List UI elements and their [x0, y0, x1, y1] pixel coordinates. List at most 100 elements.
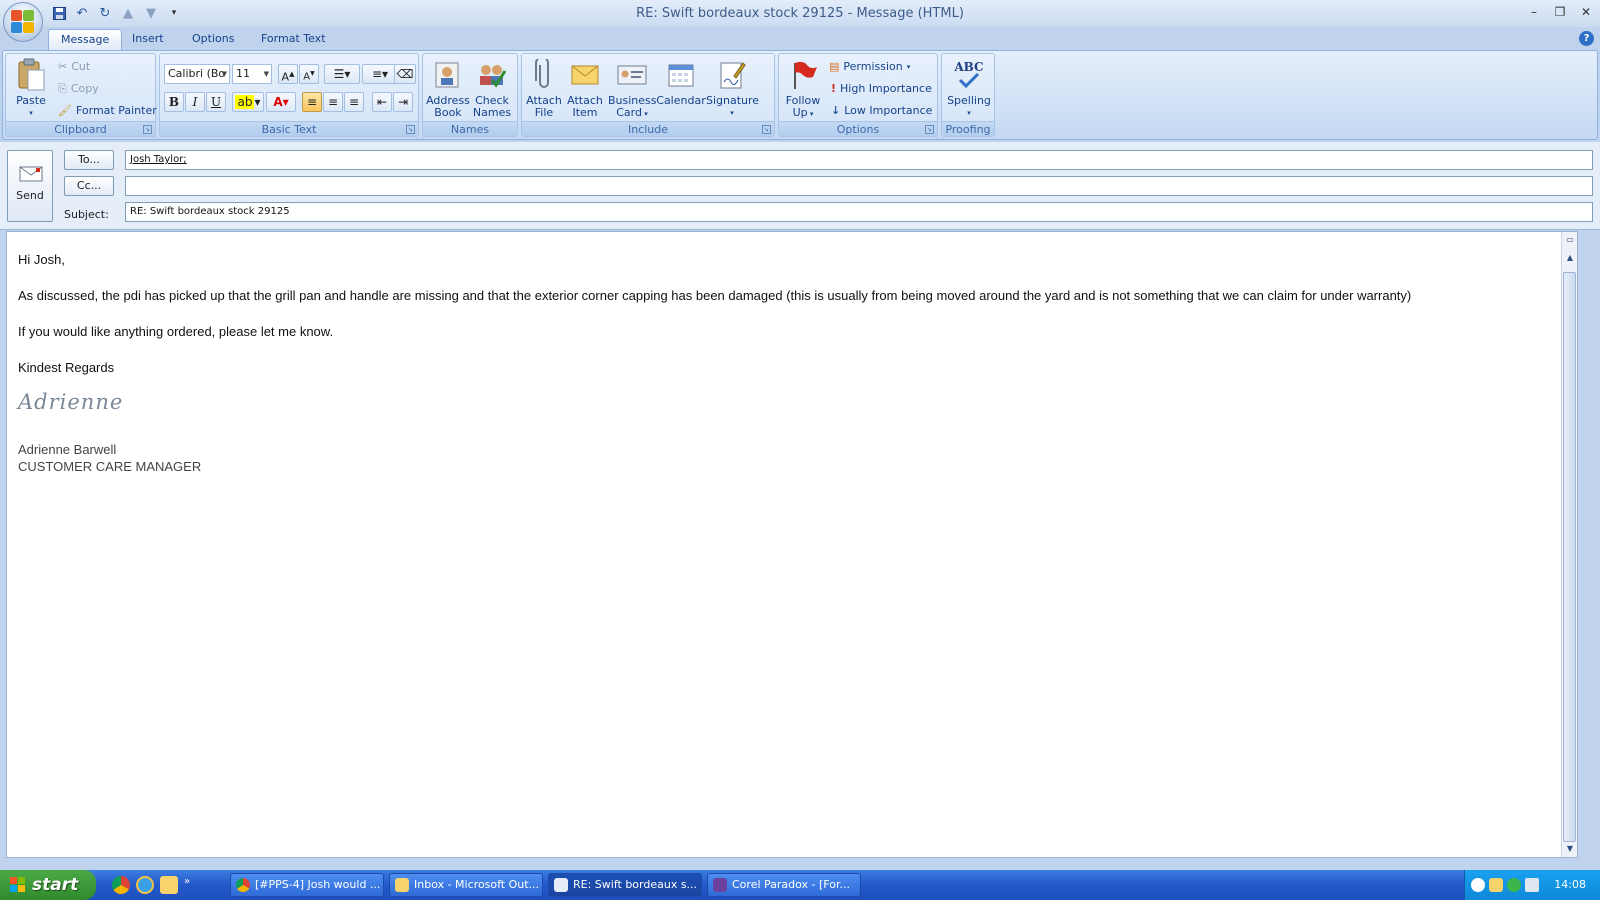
- numbering-button[interactable]: ≡▾: [362, 64, 398, 84]
- business-card-button[interactable]: Business Card ▾: [608, 58, 657, 120]
- to-button[interactable]: To...: [64, 150, 114, 170]
- paste-label: Paste: [16, 94, 46, 107]
- tab-format-text[interactable]: Format Text: [249, 29, 338, 51]
- minimize-icon[interactable]: –: [1526, 4, 1542, 20]
- calendar-button[interactable]: Calendar: [656, 58, 706, 107]
- cc-button[interactable]: Cc...: [64, 176, 114, 196]
- spelling-button[interactable]: ABC Spelling ▾: [944, 58, 994, 119]
- windows-logo-icon: [10, 877, 26, 893]
- start-button[interactable]: start: [0, 870, 96, 900]
- bullets-button[interactable]: ☰▾: [324, 64, 360, 84]
- to-field[interactable]: Josh Taylor;: [125, 150, 1593, 170]
- taskbar-item-inbox[interactable]: Inbox - Microsoft Out...: [389, 873, 543, 897]
- basic-text-launcher-icon[interactable]: ↘: [406, 125, 415, 134]
- subject-field[interactable]: RE: Swift bordeaux stock 29125: [125, 202, 1593, 222]
- options-launcher-icon[interactable]: ↘: [925, 125, 934, 134]
- chevron-down-icon: ▾: [730, 109, 734, 117]
- format-painter-button[interactable]: 🖌 Format Painter: [58, 102, 157, 120]
- cut-button[interactable]: ✂ Cut: [58, 58, 90, 76]
- highlight-button[interactable]: ab ▾: [232, 92, 264, 112]
- ribbon: Paste ▾ ✂ Cut ⎘ Copy 🖌 Format Painter Clipb…: [2, 50, 1598, 140]
- clear-formatting-button[interactable]: ⌫: [394, 64, 416, 84]
- address-book-button[interactable]: Address Book: [425, 58, 471, 119]
- taskbar-item-label: Inbox - Microsoft Out...: [414, 878, 540, 891]
- low-importance-button[interactable]: ↓ Low Importance: [831, 102, 932, 120]
- internet-explorer-icon[interactable]: [136, 876, 154, 894]
- align-left-button[interactable]: ≡: [302, 92, 322, 112]
- proofing-group-label: Proofing: [942, 121, 994, 136]
- signature-name: Adrienne Barwell: [18, 442, 117, 457]
- tray-status-icon[interactable]: [1507, 878, 1521, 892]
- permission-icon: ▤: [829, 60, 840, 73]
- increase-indent-button[interactable]: ⇥: [393, 92, 413, 112]
- permission-label: Permission: [843, 60, 903, 73]
- signature-label: Signature: [706, 94, 760, 107]
- tray-arrow-icon[interactable]: [1471, 878, 1485, 892]
- send-label: Send: [16, 189, 44, 202]
- scissors-icon: ✂: [58, 60, 68, 73]
- to-recipient[interactable]: Josh Taylor;: [130, 154, 187, 165]
- copy-label: Copy: [70, 82, 99, 95]
- taskbar-item-message[interactable]: RE: Swift bordeaux s...: [548, 873, 702, 897]
- subject-label: Subject:: [64, 208, 109, 221]
- font-size-combo[interactable]: 11 ▼: [232, 64, 272, 84]
- scroll-down-icon[interactable]: ▼: [1562, 841, 1578, 857]
- taskbar-item-label: [#PPS-4] Josh would ...: [255, 878, 381, 891]
- tab-message[interactable]: Message: [48, 29, 123, 51]
- follow-up-button[interactable]: Follow Up ▾: [781, 58, 825, 120]
- restore-icon[interactable]: ❐: [1552, 4, 1568, 20]
- close-icon[interactable]: ✕: [1578, 4, 1594, 20]
- outlook-icon[interactable]: [160, 876, 178, 894]
- underline-button[interactable]: U: [206, 92, 226, 112]
- cc-field[interactable]: [125, 176, 1593, 196]
- high-importance-button[interactable]: ! High Importance: [831, 80, 932, 98]
- shrink-font-button[interactable]: A▼: [299, 64, 319, 84]
- vertical-scrollbar[interactable]: ▭ ▲ ▼: [1561, 232, 1577, 857]
- clipboard-launcher-icon[interactable]: ↘: [143, 125, 152, 134]
- taskbar-item-paradox[interactable]: Corel Paradox - [For...: [707, 873, 861, 897]
- help-icon[interactable]: ?: [1579, 31, 1594, 46]
- message-body[interactable]: Hi Josh, As discussed, the pdi has picke…: [6, 231, 1578, 858]
- tray-outlook-icon[interactable]: [1489, 878, 1503, 892]
- tab-insert[interactable]: Insert: [120, 29, 176, 51]
- copy-icon: ⎘: [58, 82, 67, 95]
- chrome-icon[interactable]: [112, 876, 130, 894]
- names-group: Address Book Check Names Names: [422, 53, 518, 137]
- tray-network-icon[interactable]: [1525, 878, 1539, 892]
- bold-button[interactable]: B: [164, 92, 184, 112]
- font-name-combo[interactable]: Calibri (Bo ▼: [164, 64, 230, 84]
- check-names-button[interactable]: Check Names: [469, 58, 515, 119]
- font-color-button[interactable]: A▾: [266, 92, 296, 112]
- taskbar-item-chrome[interactable]: [#PPS-4] Josh would ...: [230, 873, 384, 897]
- taskbar: start » [#PPS-4] Josh would ... Inbox - …: [0, 870, 1600, 900]
- paperclip-icon: [527, 58, 561, 92]
- split-icon[interactable]: ▭: [1562, 232, 1578, 248]
- scroll-thumb[interactable]: [1563, 272, 1576, 842]
- names-group-label: Names: [423, 121, 517, 136]
- include-launcher-icon[interactable]: ↘: [762, 125, 771, 134]
- align-center-button[interactable]: ≡: [323, 92, 343, 112]
- signature-title: CUSTOMER CARE MANAGER: [18, 459, 202, 474]
- more-icon[interactable]: »: [184, 876, 190, 894]
- paste-dropdown-icon: ▾: [29, 109, 33, 117]
- scroll-up-icon[interactable]: ▲: [1562, 250, 1578, 266]
- paste-button[interactable]: Paste ▾: [8, 58, 54, 119]
- chevron-down-icon: ▾: [641, 110, 648, 118]
- office-button[interactable]: [3, 2, 43, 42]
- signature-icon: [715, 58, 749, 92]
- align-right-button[interactable]: ≡: [344, 92, 364, 112]
- send-button[interactable]: Send: [7, 150, 53, 222]
- cut-label: Cut: [71, 60, 91, 73]
- down-arrow-icon: ↓: [831, 104, 841, 117]
- attach-item-button[interactable]: Attach Item: [564, 58, 606, 119]
- italic-button[interactable]: I: [185, 92, 205, 112]
- grow-font-button[interactable]: A▲: [278, 64, 298, 84]
- attach-file-button[interactable]: Attach File: [522, 58, 566, 119]
- signature-button[interactable]: Signature ▾: [706, 58, 760, 119]
- include-group-label: Include: [522, 121, 774, 136]
- decrease-indent-button[interactable]: ⇤: [372, 92, 392, 112]
- title-bar: ↶ ↻ ▲ ▼ ▾ RE: Swift bordeaux stock 29125…: [0, 0, 1600, 42]
- tab-options[interactable]: Options: [180, 29, 246, 51]
- copy-button[interactable]: ⎘ Copy: [58, 80, 99, 98]
- permission-button[interactable]: ▤ Permission ▾: [829, 58, 910, 76]
